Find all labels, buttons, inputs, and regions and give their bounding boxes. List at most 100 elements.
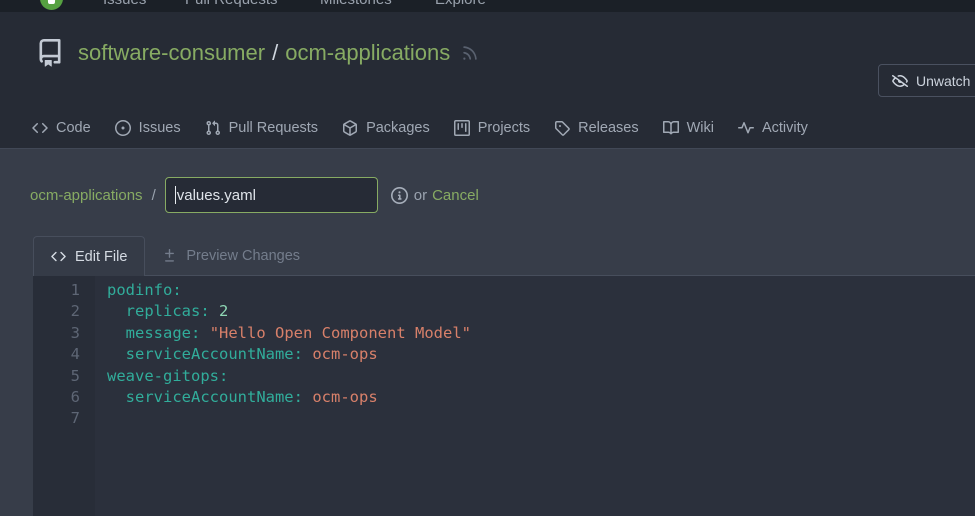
- editor-tab-preview-changes[interactable]: Preview Changes: [145, 236, 317, 275]
- token-punct: :: [293, 345, 303, 364]
- code-icon: [51, 249, 66, 264]
- text-cursor: [174, 186, 176, 204]
- repo-name-link[interactable]: ocm-applications: [285, 40, 450, 66]
- diff-icon: [162, 248, 177, 263]
- tab-label: Wiki: [686, 119, 714, 136]
- tag-icon: [554, 120, 570, 136]
- tab-code[interactable]: Code: [32, 120, 91, 136]
- tab-pull-requests[interactable]: Pull Requests: [205, 120, 318, 136]
- info-icon[interactable]: [391, 187, 408, 204]
- code-editor-area[interactable]: podinfo: replicas: 2 message: "Hello Ope…: [95, 276, 975, 516]
- code-line[interactable]: serviceAccountName: ocm-ops: [107, 387, 975, 408]
- repo-header: software-consumer / ocm-applications Unw…: [0, 12, 975, 149]
- tab-projects[interactable]: Projects: [454, 119, 531, 136]
- breadcrumb-repo-link[interactable]: ocm-applications: [30, 187, 143, 204]
- breadcrumb-separator: /: [151, 186, 156, 204]
- token-punct: :: [172, 281, 182, 299]
- project-icon: [454, 120, 470, 136]
- tab-label: Projects: [477, 119, 531, 136]
- line-number: 6: [70, 387, 80, 406]
- tab-releases[interactable]: Releases: [554, 119, 639, 136]
- tab-issues[interactable]: Issues: [115, 119, 181, 136]
- editor-tab-edit-file[interactable]: Edit File: [33, 236, 146, 276]
- token-str: "Hello Open Component Model": [209, 323, 471, 342]
- unwatch-label: Unwatch: [916, 72, 971, 89]
- unwatch-button[interactable]: Unwatch: [878, 64, 975, 97]
- cancel-link[interactable]: Cancel: [432, 187, 479, 204]
- topnav-item-pull-requests[interactable]: Pull Requests: [185, 0, 278, 8]
- editor-tab-label: Preview Changes: [186, 247, 301, 264]
- eye-closed-icon: [892, 73, 908, 89]
- token-val: ocm-ops: [312, 345, 378, 364]
- line-number: 7: [70, 409, 80, 428]
- tab-label: Issues: [138, 119, 181, 136]
- token-key: serviceAccountName: [125, 345, 294, 364]
- git-pull-request-icon: [205, 120, 221, 136]
- topnav-item-issues[interactable]: Issues: [103, 0, 146, 8]
- repo-icon: [36, 39, 64, 67]
- code-line[interactable]: replicas: 2: [107, 301, 975, 322]
- tab-label: Code: [56, 119, 91, 136]
- issue-opened-icon: [115, 120, 131, 136]
- tab-label: Activity: [761, 119, 808, 136]
- package-icon: [342, 120, 358, 136]
- code-line[interactable]: weave-gitops:: [107, 366, 975, 387]
- repo-tab-bar: Code Issues Pull Requests Packages Projects R…: [32, 107, 808, 148]
- token-num: 2: [219, 302, 229, 321]
- line-number: 2: [70, 302, 80, 321]
- filename-input[interactable]: values.yaml: [164, 177, 378, 213]
- tab-packages[interactable]: Packages: [342, 120, 430, 136]
- top-navbar: Issues Pull Requests Milestones Explore: [0, 0, 975, 12]
- repo-owner-link[interactable]: software-consumer: [78, 40, 265, 66]
- line-number: 4: [70, 345, 80, 364]
- line-number: 3: [70, 323, 80, 342]
- code-line[interactable]: podinfo:: [107, 280, 975, 301]
- rss-feed-icon[interactable]: [461, 44, 479, 62]
- file-path-bar: ocm-applications / values.yaml or Cancel: [30, 177, 975, 213]
- tab-label: Releases: [578, 119, 639, 136]
- token-key: message: [125, 323, 191, 342]
- file-editor: Edit File Preview Changes 1 2 3 4 5 6 7 podinfo…: [33, 236, 975, 516]
- code-icon: [32, 120, 48, 136]
- token-val: ocm-ops: [312, 387, 378, 406]
- token-punct: :: [293, 387, 303, 406]
- editor-body: 1 2 3 4 5 6 7 podinfo: replicas: 2 message: "H…: [33, 276, 975, 516]
- book-icon: [663, 120, 679, 136]
- tab-wiki[interactable]: Wiki: [663, 120, 714, 136]
- line-number: 1: [70, 281, 80, 299]
- topnav-item-milestones[interactable]: Milestones: [320, 0, 392, 8]
- code-line[interactable]: message: "Hello Open Component Model": [107, 323, 975, 344]
- code-line[interactable]: serviceAccountName: ocm-ops: [107, 344, 975, 365]
- tab-label: Packages: [366, 119, 430, 136]
- repo-title: software-consumer / ocm-applications: [78, 40, 450, 66]
- repo-title-separator: /: [272, 40, 279, 65]
- filename-value: values.yaml: [176, 186, 256, 204]
- pulse-icon: [738, 120, 754, 136]
- line-number: 5: [70, 366, 80, 385]
- or-text: or: [413, 186, 428, 204]
- token-key: weave-gitops: [107, 366, 219, 385]
- topnav-item-explore[interactable]: Explore: [435, 0, 486, 8]
- token-punct: :: [200, 302, 210, 321]
- token-key: replicas: [125, 302, 201, 321]
- token-punct: :: [218, 366, 229, 385]
- token-key: serviceAccountName: [125, 387, 294, 406]
- editor-tab-label: Edit File: [75, 248, 128, 265]
- token-key: podinfo: [107, 281, 173, 299]
- repo-title-row: software-consumer / ocm-applications: [0, 12, 975, 67]
- code-line[interactable]: [107, 408, 975, 429]
- tab-label: Pull Requests: [228, 119, 319, 136]
- line-number-gutter: 1 2 3 4 5 6 7: [33, 276, 95, 516]
- gitea-logo-icon[interactable]: [40, 0, 63, 10]
- tab-activity[interactable]: Activity: [738, 120, 808, 136]
- token-punct: :: [191, 323, 201, 342]
- editor-tab-bar: Edit File Preview Changes: [33, 236, 975, 276]
